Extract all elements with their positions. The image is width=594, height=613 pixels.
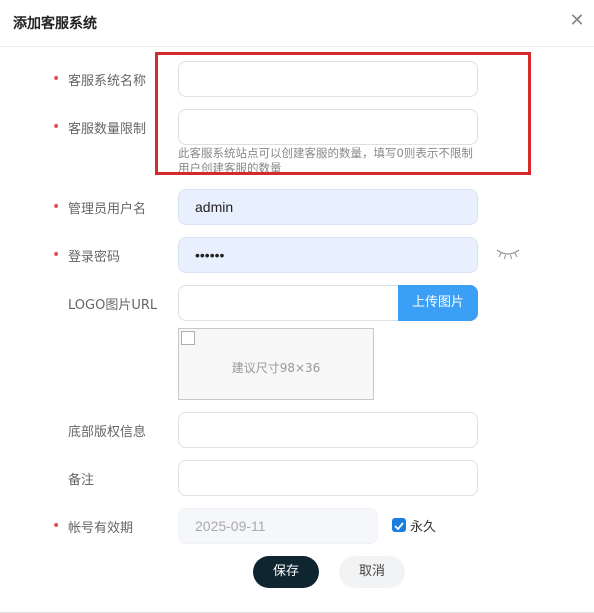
dialog-title: 添加客服系统 bbox=[13, 16, 97, 32]
password-value: •••••• bbox=[195, 247, 225, 263]
logo-size-hint: 建议尺寸98×36 bbox=[231, 361, 321, 375]
permanent-label[interactable]: 永久 bbox=[410, 516, 436, 535]
broken-image-icon bbox=[181, 331, 195, 345]
logo-preview: 建议尺寸98×36 bbox=[178, 328, 374, 400]
agent-limit-label: 客服数量限制 bbox=[68, 122, 147, 137]
permanent-checkbox[interactable] bbox=[392, 518, 406, 532]
cancel-button[interactable]: 取消 bbox=[339, 556, 405, 588]
add-system-dialog: 添加客服系统 ✕ • 客服系统名称 • 客服数量限制 此客服系统站点可以创建客服… bbox=[0, 0, 594, 613]
expiry-date-input[interactable]: 2025-09-11 bbox=[178, 508, 378, 544]
system-name-label: 客服系统名称 bbox=[68, 74, 147, 89]
logo-url-label: LOGO图片URL bbox=[68, 298, 158, 313]
admin-username-input[interactable]: admin bbox=[178, 189, 478, 225]
check-icon bbox=[394, 522, 404, 531]
admin-username-value: admin bbox=[195, 199, 234, 215]
required-mark: • bbox=[52, 119, 61, 135]
upload-image-button[interactable]: 上传图片 bbox=[398, 285, 478, 321]
required-mark: • bbox=[52, 247, 61, 263]
password-label: 登录密码 bbox=[68, 250, 121, 265]
expiry-label: 帐号有效期 bbox=[68, 521, 134, 536]
copyright-label: 底部版权信息 bbox=[68, 425, 147, 440]
highlight-box bbox=[155, 52, 531, 175]
admin-username-label: 管理员用户名 bbox=[68, 202, 147, 217]
remark-input[interactable] bbox=[178, 460, 478, 496]
save-button[interactable]: 保存 bbox=[253, 556, 319, 588]
expiry-date-value: 2025-09-11 bbox=[195, 518, 266, 534]
logo-url-input[interactable] bbox=[178, 285, 400, 321]
dialog-header: 添加客服系统 ✕ bbox=[0, 0, 594, 47]
required-mark: • bbox=[52, 518, 61, 534]
required-mark: • bbox=[52, 71, 61, 87]
required-mark: • bbox=[52, 199, 61, 215]
password-input[interactable]: •••••• bbox=[178, 237, 478, 273]
close-icon[interactable]: ✕ bbox=[568, 12, 586, 30]
copyright-input[interactable] bbox=[178, 412, 478, 448]
remark-label: 备注 bbox=[68, 473, 95, 488]
eye-closed-icon[interactable] bbox=[496, 246, 520, 260]
